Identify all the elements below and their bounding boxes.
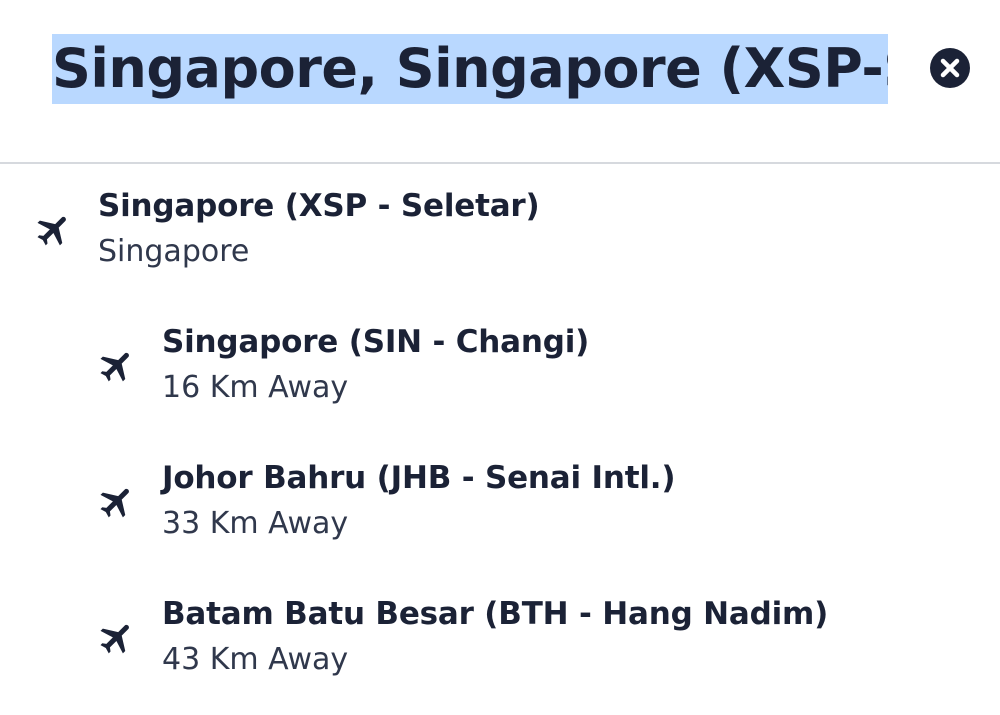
result-title: Singapore (XSP - Seletar)	[98, 188, 540, 224]
result-item-sin[interactable]: Singapore (SIN - Changi) 16 Km Away	[0, 300, 1000, 420]
result-title: Batam Batu Besar (BTH - Hang Nadim)	[162, 596, 829, 632]
close-circle-icon	[940, 58, 960, 78]
result-title: Johor Bahru (JHB - Senai Intl.)	[162, 460, 676, 496]
airplane-icon	[37, 216, 66, 246]
result-title: Singapore (SIN - Changi)	[162, 324, 590, 360]
airplane-icon	[100, 352, 129, 382]
search-input[interactable]: Singapore, Singapore (XSP-Seletar)	[52, 34, 888, 104]
result-item-jhb[interactable]: Johor Bahru (JHB - Senai Intl.) 33 Km Aw…	[0, 436, 1000, 556]
airplane-icon	[100, 488, 129, 518]
clear-search-button[interactable]	[930, 48, 970, 88]
search-input-text[interactable]: Singapore, Singapore (XSP-Seletar)	[52, 34, 888, 104]
search-bar: Singapore, Singapore (XSP-Seletar)	[0, 0, 1000, 164]
result-item-bth[interactable]: Batam Batu Besar (BTH - Hang Nadim) 43 K…	[0, 572, 1000, 692]
result-subtitle: Singapore	[98, 234, 250, 269]
result-subtitle: 16 Km Away	[162, 370, 349, 405]
result-subtitle: 33 Km Away	[162, 506, 349, 541]
result-subtitle: 43 Km Away	[162, 642, 349, 677]
result-item-xsp[interactable]: Singapore (XSP - Seletar) Singapore	[0, 164, 1000, 284]
airport-search-screen: Singapore, Singapore (XSP-Seletar) Singa…	[0, 0, 1000, 715]
airplane-icon	[100, 624, 129, 654]
